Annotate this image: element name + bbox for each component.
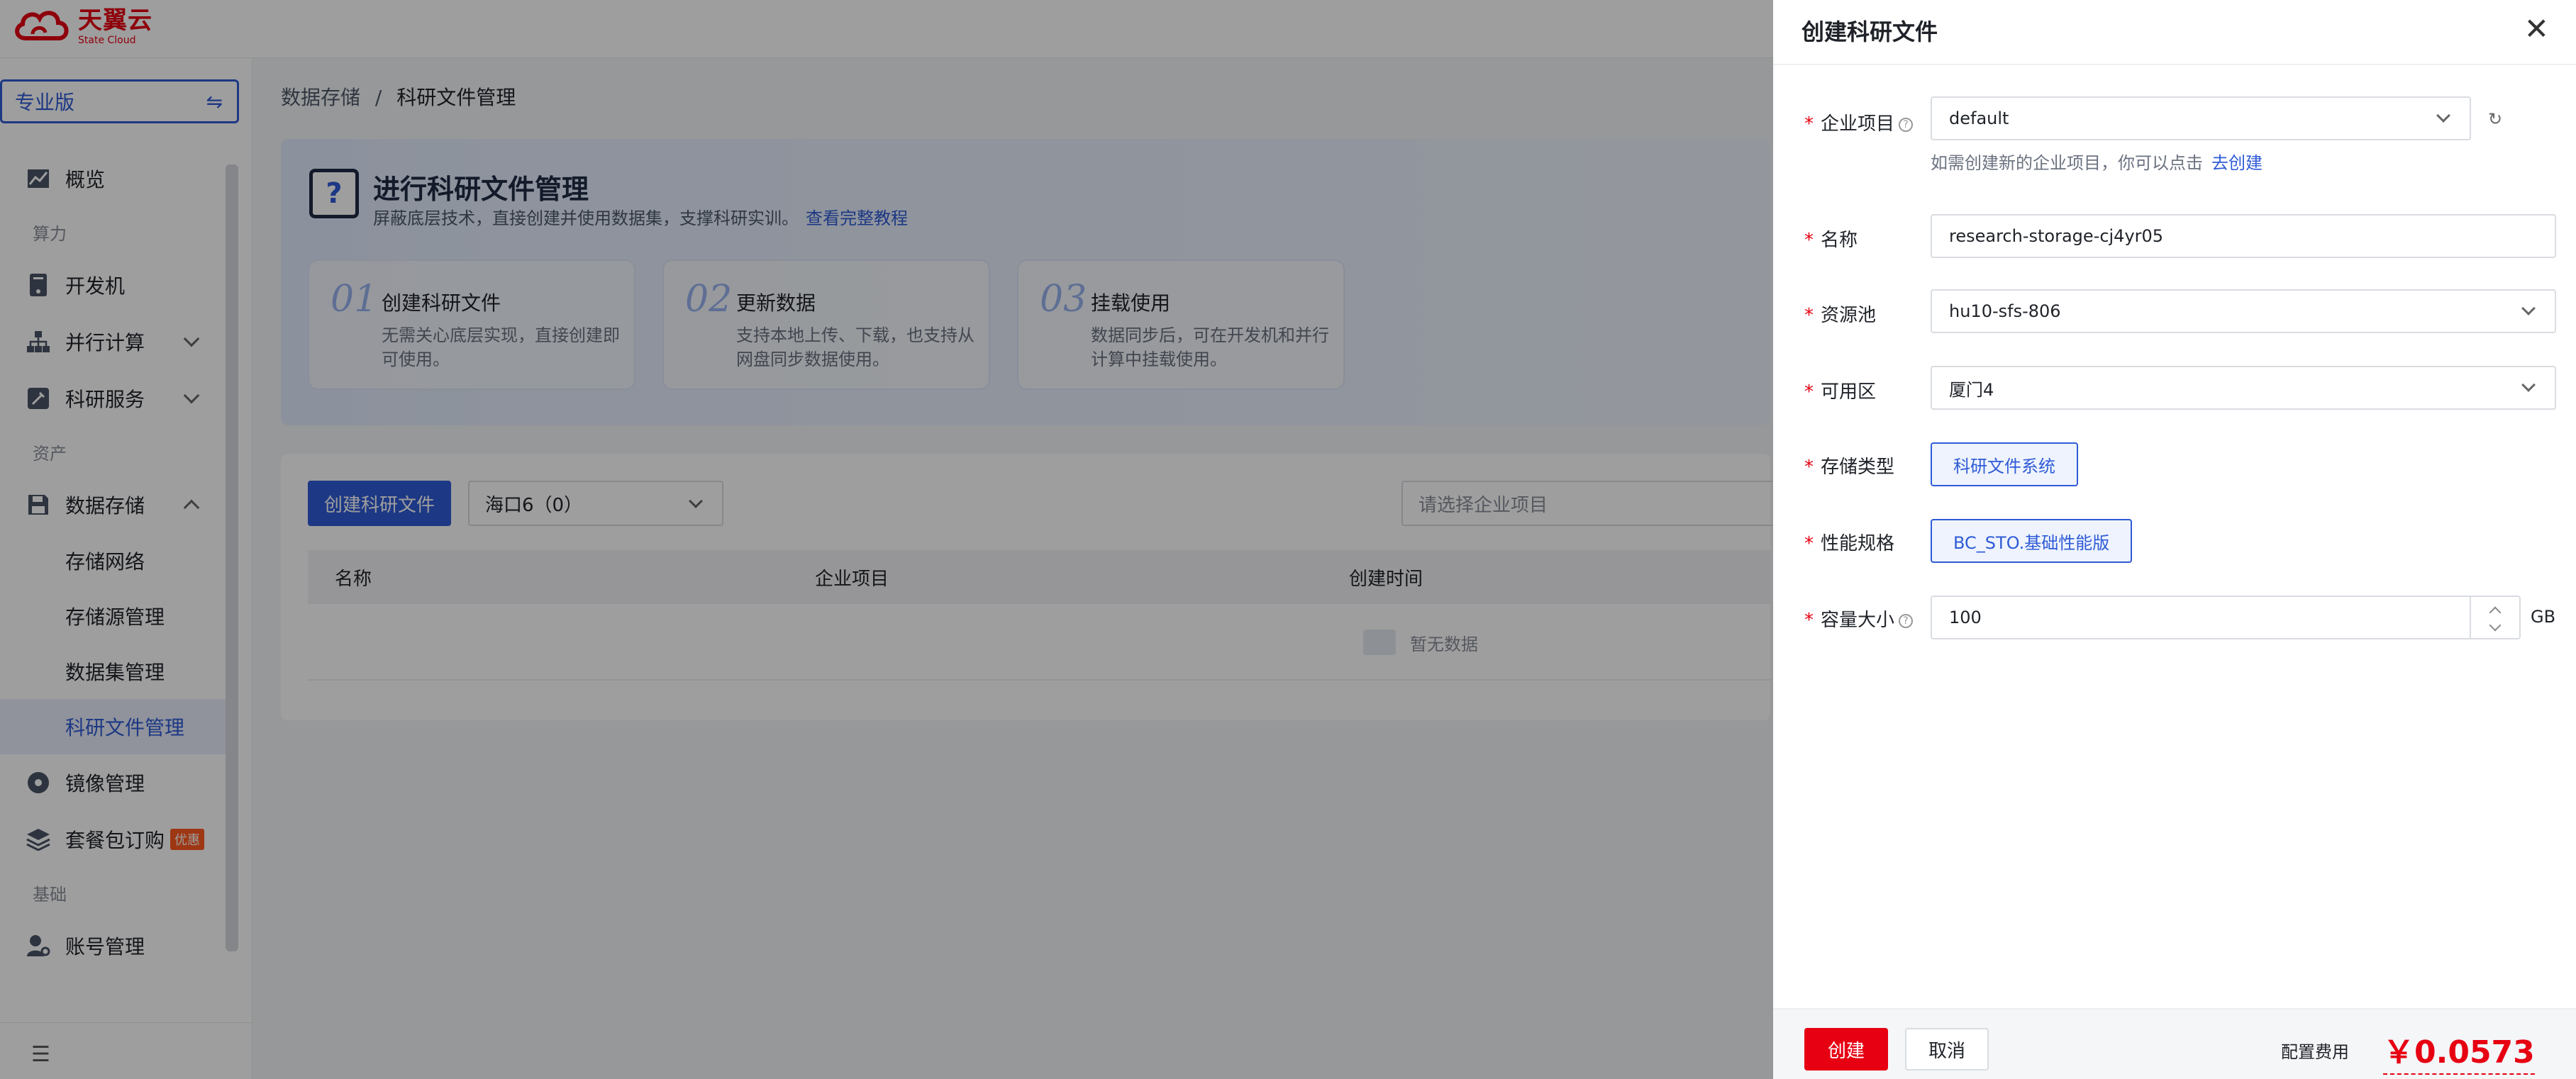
cancel-button[interactable]: 取消: [1905, 1028, 1989, 1070]
label-text: 资源池: [1821, 305, 1877, 326]
help-icon[interactable]: ?: [1899, 613, 1914, 628]
field-label-storage-type: * 存储类型: [1804, 452, 1894, 479]
zone-select[interactable]: 厦门4: [1931, 366, 2556, 410]
required-mark: *: [1804, 533, 1814, 554]
required-mark: *: [1804, 381, 1814, 403]
label-text: 性能规格: [1821, 533, 1895, 554]
drawer-title: 创建科研文件: [1801, 18, 1938, 45]
required-mark: *: [1804, 610, 1814, 631]
label-text: 容量大小: [1821, 610, 1895, 631]
close-icon[interactable]: ✕: [2524, 11, 2549, 46]
capacity-input[interactable]: 100: [1931, 596, 2521, 639]
refresh-icon[interactable]: ↻: [2488, 109, 2502, 129]
help-icon[interactable]: ?: [1899, 117, 1914, 132]
required-mark: *: [1804, 230, 1814, 251]
label-text: 存储类型: [1821, 457, 1895, 478]
label-text: 可用区: [1821, 381, 1877, 403]
capacity-unit: GB: [2531, 607, 2556, 627]
project-select[interactable]: default: [1931, 96, 2471, 140]
label-text: 名称: [1821, 230, 1858, 251]
field-label-capacity: * 容量大小?: [1804, 605, 1914, 632]
create-file-drawer: 创建科研文件 ✕ * 企业项目? default ↻ 如需创建新的企业项目，你可以…: [1773, 0, 2576, 1079]
zone-select-value: 厦门4: [1949, 379, 1994, 400]
capacity-stepper[interactable]: [2470, 597, 2519, 638]
required-mark: *: [1804, 305, 1814, 326]
field-label-spec: * 性能规格: [1804, 529, 1894, 555]
spec-option[interactable]: BC_STO.基础性能版: [1931, 519, 2133, 563]
capacity-input-value: 100: [1949, 608, 1982, 627]
resource-pool-value: hu10-sfs-806: [1949, 301, 2061, 321]
label-text: 企业项目: [1821, 113, 1895, 135]
drawer-header: 创建科研文件 ✕: [1773, 0, 2576, 65]
chevron-down-icon: [2436, 108, 2450, 123]
storage-type-option[interactable]: 科研文件系统: [1931, 442, 2078, 486]
name-input-value: research-storage-cj4yr05: [1949, 226, 2164, 246]
name-input[interactable]: research-storage-cj4yr05: [1931, 214, 2556, 258]
project-hint: 如需创建新的企业项目，你可以点击 去创建: [1931, 149, 2263, 174]
field-label-name: * 名称: [1804, 225, 1858, 252]
chevron-down-icon: [2521, 378, 2536, 392]
drawer-footer: 创建 取消 配置费用 ￥0.0573: [1773, 1008, 2576, 1079]
field-label-zone: * 可用区: [1804, 377, 1876, 403]
resource-pool-select[interactable]: hu10-sfs-806: [1931, 289, 2556, 333]
fee-value[interactable]: ￥0.0573: [2383, 1027, 2535, 1075]
modal-overlay[interactable]: [0, 0, 1773, 1079]
create-button[interactable]: 创建: [1804, 1028, 1888, 1070]
hint-text: 如需创建新的企业项目，你可以点击: [1931, 153, 2203, 173]
chevron-down-icon[interactable]: [2489, 619, 2502, 632]
field-label-pool: * 资源池: [1804, 301, 1876, 327]
create-project-link[interactable]: 去创建: [2211, 153, 2263, 173]
project-select-value: default: [1949, 108, 2009, 128]
required-mark: *: [1804, 113, 1814, 135]
chevron-up-icon[interactable]: [2489, 606, 2502, 619]
chevron-down-icon: [2521, 301, 2536, 315]
required-mark: *: [1804, 457, 1814, 478]
field-label-project: * 企业项目?: [1804, 109, 1914, 135]
fee-label: 配置费用: [2281, 1042, 2349, 1062]
